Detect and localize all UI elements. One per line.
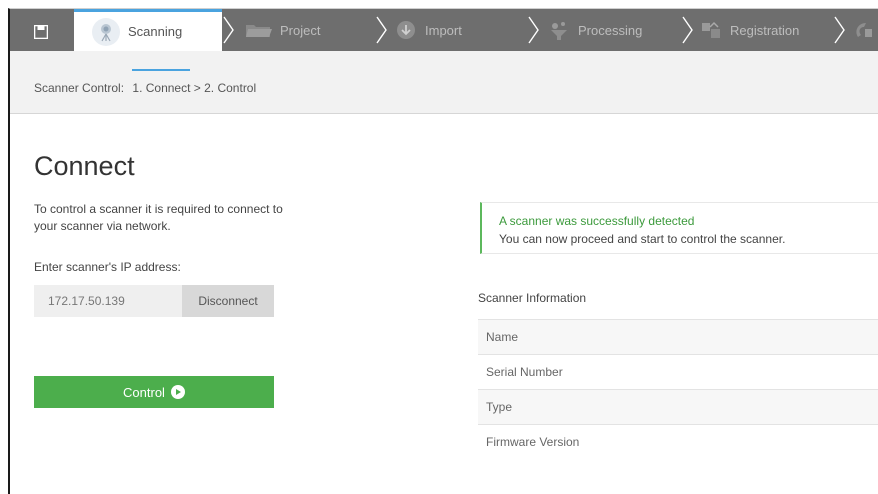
chevron-right-icon xyxy=(223,16,234,44)
info-row-serial-number: Serial Number xyxy=(478,354,878,389)
chevron-right-icon xyxy=(682,16,693,44)
folder-icon xyxy=(246,25,272,37)
tab-label: Import xyxy=(425,22,462,38)
chevron-right-icon xyxy=(528,16,539,44)
ip-address-input[interactable] xyxy=(34,285,182,317)
breadcrumb-bar: Scanner Control: 1. Connect > 2. Control xyxy=(10,51,878,114)
next-step-icon xyxy=(856,23,872,37)
scanner-info-title: Scanner Information xyxy=(478,291,587,305)
save-button[interactable] xyxy=(20,15,62,49)
page-title: Connect xyxy=(34,151,135,181)
breadcrumb-prefix: Scanner Control: xyxy=(34,81,125,95)
info-row-name: Name xyxy=(478,319,878,354)
tab-label: Scanning xyxy=(128,24,183,39)
tab-project[interactable]: Project xyxy=(244,9,320,51)
import-icon xyxy=(397,21,415,39)
breadcrumb-step-control[interactable]: 2. Control xyxy=(204,81,256,95)
info-row-type: Type xyxy=(478,389,878,424)
tab-label: Project xyxy=(280,22,321,38)
scanner-info-table: Name Serial Number Type Firmware Version xyxy=(478,319,878,459)
top-nav: Scanning Project Import Processing Regis… xyxy=(10,9,878,51)
info-row-firmware-version: Firmware Version xyxy=(478,424,878,459)
tab-next[interactable] xyxy=(852,9,874,51)
alert-title: A scanner was successfully detected xyxy=(499,214,695,228)
tab-registration[interactable]: Registration xyxy=(700,9,799,51)
tab-label: Processing xyxy=(578,22,643,38)
tab-label: Registration xyxy=(730,22,800,38)
control-button[interactable]: Control xyxy=(34,376,274,408)
breadcrumb-separator: > xyxy=(190,81,205,95)
alert-message: You can now proceed and start to control… xyxy=(499,232,786,246)
disconnect-button[interactable]: Disconnect xyxy=(182,285,274,317)
success-alert: A scanner was successfully detected You … xyxy=(480,202,878,254)
chevron-right-icon xyxy=(834,16,845,44)
play-icon xyxy=(170,385,185,399)
registration-icon xyxy=(702,21,720,38)
control-button-label: Control xyxy=(123,384,165,400)
tab-import[interactable]: Import xyxy=(395,9,462,51)
app-window: Scanning Project Import Processing Regis… xyxy=(8,8,878,494)
ip-address-label: Enter scanner's IP address: xyxy=(34,260,181,274)
processing-icon xyxy=(551,22,567,40)
save-icon xyxy=(34,25,48,39)
connect-description: To control a scanner it is required to c… xyxy=(34,202,283,233)
tab-processing[interactable]: Processing xyxy=(548,9,642,51)
scanner-icon xyxy=(92,17,120,46)
breadcrumb-step-connect[interactable]: 1. Connect xyxy=(132,81,190,95)
tab-scanning[interactable]: Scanning xyxy=(74,9,222,51)
chevron-right-icon xyxy=(376,16,387,44)
breadcrumb: Scanner Control: 1. Connect > 2. Control xyxy=(34,81,256,95)
